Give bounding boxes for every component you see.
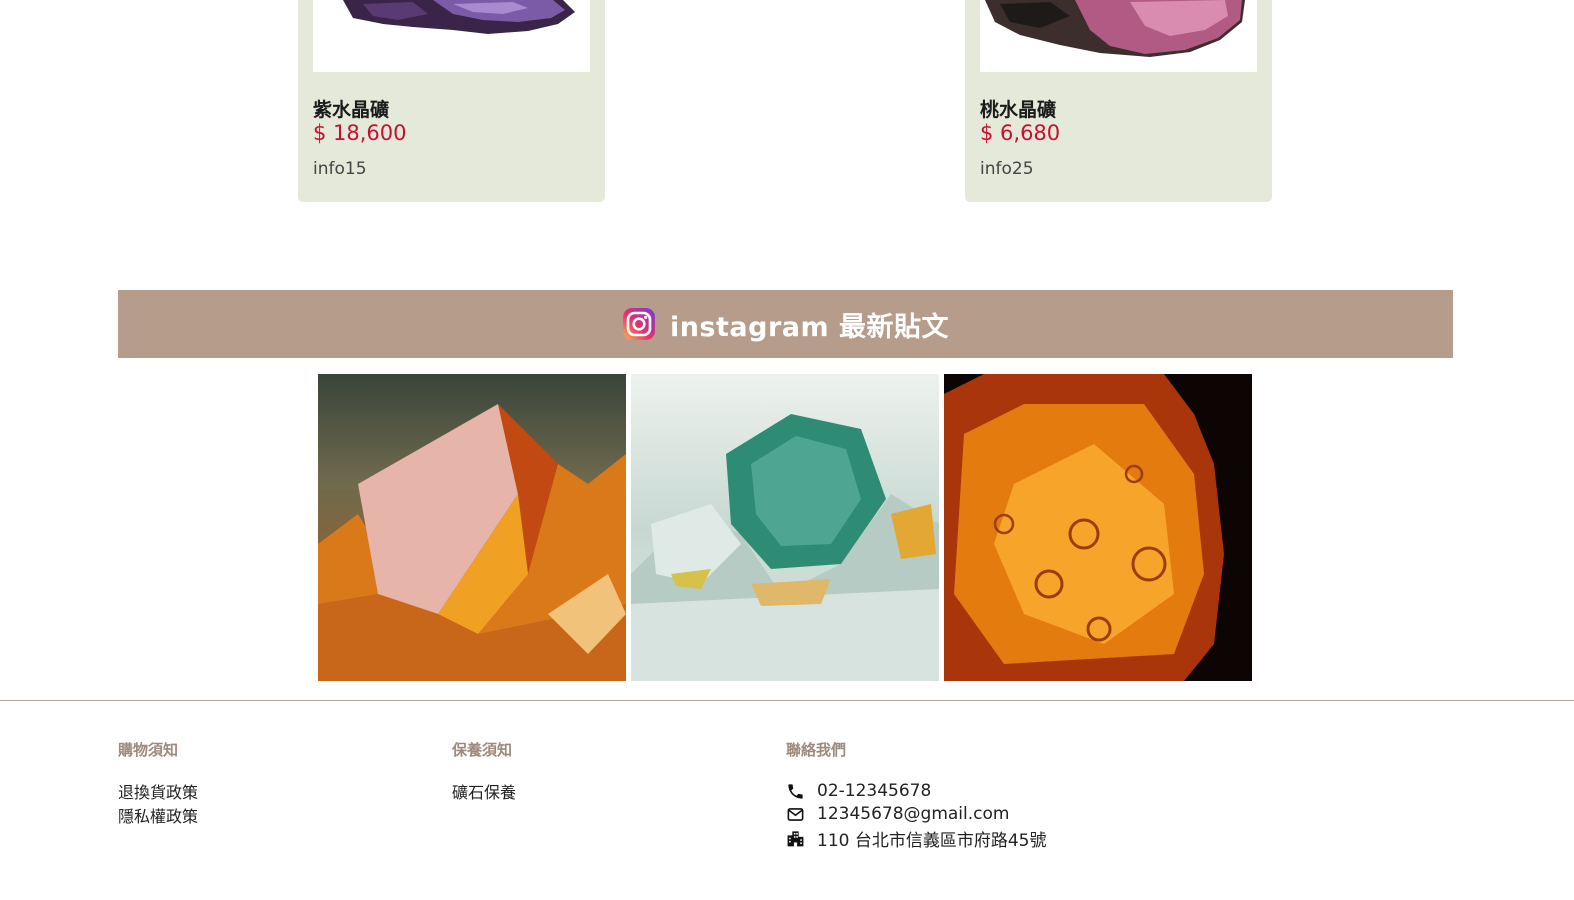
product-name[interactable]: 桃水晶礦 (980, 95, 1056, 122)
product-image[interactable] (313, 0, 590, 72)
product-image[interactable] (980, 0, 1257, 72)
contact-address: 110 台北市信義區市府路45號 (786, 826, 1046, 851)
contact-email-text: 12345678@gmail.com (817, 804, 1010, 824)
product-price: $ 6,680 (980, 121, 1061, 145)
product-card[interactable]: 紫水晶礦 $ 18,600 info15 (298, 0, 605, 202)
building-icon (787, 831, 804, 847)
instagram-post[interactable] (318, 374, 626, 681)
product-card[interactable]: 桃水晶礦 $ 6,680 info25 (965, 0, 1272, 202)
instagram-post[interactable] (631, 374, 939, 681)
product-info: info15 (313, 159, 367, 179)
product-info: info25 (980, 159, 1034, 179)
footer-link-stone-care[interactable]: 礦石保養 (452, 779, 516, 803)
contact-phone-text: 02-12345678 (817, 781, 932, 801)
product-name[interactable]: 紫水晶礦 (313, 95, 389, 122)
instagram-icon[interactable] (622, 307, 656, 341)
footer-link-return-policy[interactable]: 退換貨政策 (118, 779, 198, 803)
instagram-banner: instagram 最新貼文 (118, 290, 1453, 358)
contact-phone[interactable]: 02-12345678 (786, 781, 931, 801)
footer-heading-shopping: 購物須知 (118, 741, 179, 759)
instagram-post[interactable] (944, 374, 1252, 681)
product-price: $ 18,600 (313, 121, 407, 145)
footer-heading-care: 保養須知 (452, 741, 513, 759)
green-crystal-photo (631, 374, 939, 681)
instagram-title: instagram 最新貼文 (669, 311, 950, 343)
footer-heading-contact: 聯絡我們 (786, 741, 847, 759)
envelope-icon (787, 807, 804, 821)
contact-email[interactable]: 12345678@gmail.com (786, 804, 1009, 824)
amber-photo (944, 374, 1252, 681)
footer-divider (0, 700, 1574, 701)
phone-icon (788, 783, 803, 799)
contact-address-text: 110 台北市信義區市府路45號 (817, 831, 1047, 851)
citrine-crystal-photo (318, 374, 626, 681)
footer-link-privacy-policy[interactable]: 隱私權政策 (118, 803, 198, 827)
